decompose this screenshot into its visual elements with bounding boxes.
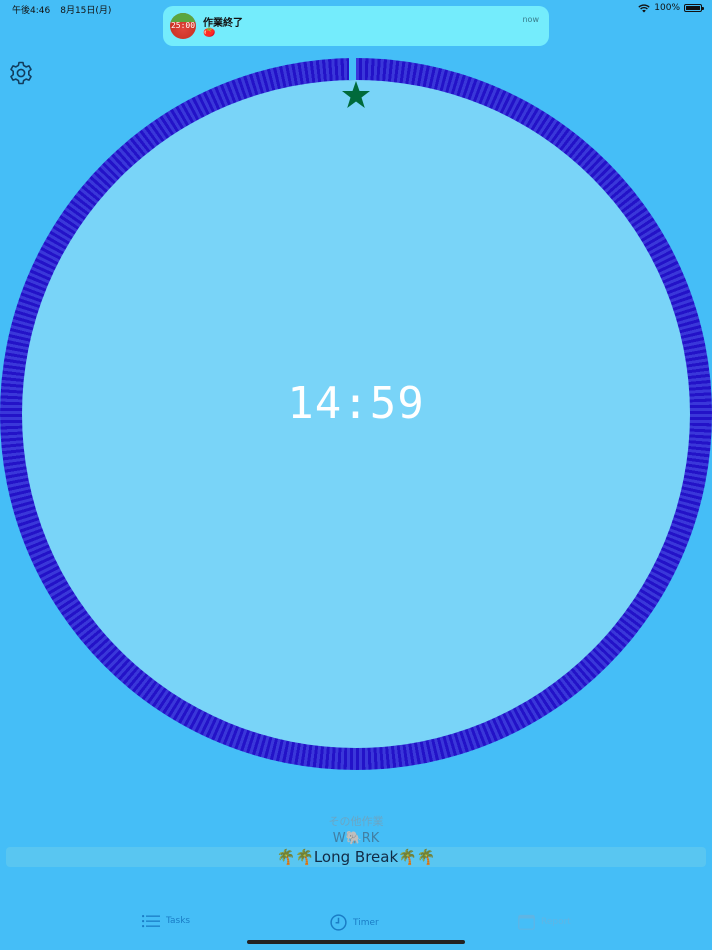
tab-tasks[interactable]: Tasks [142,914,190,928]
wifi-icon [638,3,650,12]
status-date: 8月15日(月) [60,6,112,16]
picker-item-selected[interactable]: 🌴🌴Long Break🌴🌴 [0,848,712,866]
tab-timer-label: Timer [353,917,379,928]
notification-body: 🍅 [203,27,216,38]
gear-icon [10,61,32,85]
settings-button[interactable] [8,60,34,86]
ring-gap [349,56,356,80]
app-icon: 25:00 [170,13,196,39]
home-indicator [247,940,465,944]
picker-item[interactable]: W🐘RK [0,830,712,848]
tab-report[interactable]: Report [518,914,571,930]
tab-report-label: Report [541,917,571,927]
task-picker[interactable]: その他作業 W🐘RK 🌴🌴Long Break🌴🌴 [0,814,712,867]
status-time: 午後4:46 [12,6,51,16]
battery-fill [686,6,700,10]
timer-display: 14:59 [287,378,425,429]
status-left: 午後4:46 8月15日(月) [12,3,111,16]
status-right: 100% [638,3,704,13]
picker-item[interactable]: その他作業 [0,814,712,830]
tab-tasks-label: Tasks [166,916,191,926]
notification-banner[interactable]: 25:00 作業終了 🍅 now [163,6,549,46]
tab-bar: Tasks Timer Report [0,908,712,938]
clock-icon [330,914,347,931]
app-icon-text: 25:00 [170,21,196,30]
list-icon [142,915,160,928]
star-icon [342,81,370,108]
battery-percent: 100% [654,3,680,13]
battery-icon [684,4,704,12]
calendar-icon [518,914,535,930]
tab-timer[interactable]: Timer [330,914,379,931]
notification-time: now [522,15,539,24]
